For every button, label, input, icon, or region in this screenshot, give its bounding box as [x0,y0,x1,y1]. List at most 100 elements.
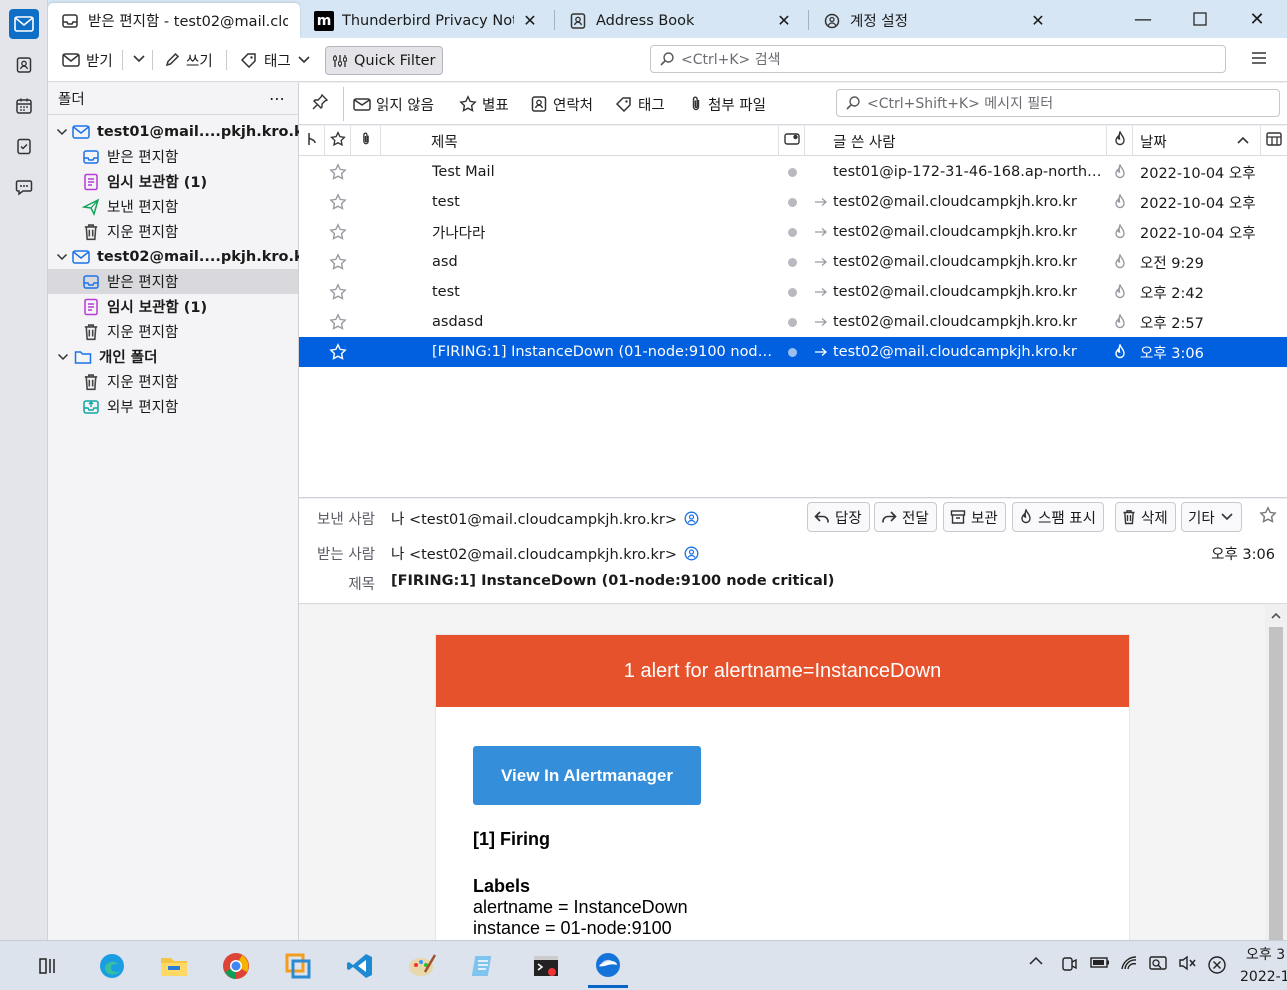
star-message-button[interactable] [1253,502,1284,532]
view-in-alertmanager-button[interactable]: View In Alertmanager [473,746,701,805]
message-scrollbar[interactable] [1265,605,1287,940]
maximize-button[interactable] [1172,0,1228,38]
archive-button[interactable]: 보관 [943,502,1006,532]
folder-tree-item[interactable]: 보낸 편지함 [48,194,298,219]
from-field[interactable]: 나 <test01@mail.cloudcampkjh.kro.kr> [391,508,699,529]
star-icon[interactable] [325,247,351,277]
tasks-space-button[interactable] [9,131,39,161]
to-field[interactable]: 나 <test02@mail.cloudcampkjh.kro.kr> [391,543,699,564]
folder-tree-account[interactable]: test02@mail....pkjh.kro.kr [48,244,311,269]
terminal-taskbar-button[interactable] [526,948,566,984]
read-status-indicator[interactable] [779,307,805,337]
more-actions-button[interactable]: 기타 [1181,502,1242,532]
read-status-indicator[interactable] [779,187,805,217]
column-read-status[interactable] [779,126,805,156]
system-clock[interactable]: 오후 3 2022-10 [1240,944,1287,988]
thread-row[interactable]: 가나다라 test02@mail.cloudcampkjh.kro.kr 2022-… [299,217,1287,247]
scroll-up-icon[interactable] [1270,609,1282,625]
thread-row[interactable]: test test02@mail.cloudcampkjh.kro.kr 2022-… [299,187,1287,217]
junk-flame-icon[interactable] [1107,337,1133,367]
folder-tree-account[interactable]: test01@mail....pkjh.kro.kr [48,119,311,144]
read-status-indicator[interactable] [779,277,805,307]
app-menu-button[interactable] [1244,46,1274,74]
chevron-down-icon[interactable] [56,252,68,262]
filter-attachment-button[interactable]: 첨부 파일 [689,92,766,116]
vscode-taskbar-button[interactable] [340,948,380,984]
junk-flame-icon[interactable] [1107,217,1133,247]
folder-tree-account[interactable]: 개인 폴더 [48,344,298,369]
reply-button[interactable]: 답장 [807,502,870,532]
star-icon[interactable] [325,277,351,307]
tab-account-settings[interactable]: 계정 설정 ✕ [810,3,1060,38]
star-icon[interactable] [325,187,351,217]
network-icon[interactable] [1148,955,1168,977]
column-junk[interactable] [1107,126,1133,156]
star-icon[interactable] [325,307,351,337]
task-view-button[interactable] [28,948,68,984]
star-icon[interactable] [325,217,351,247]
column-picker[interactable] [1261,126,1287,156]
close-window-button[interactable]: ✕ [1229,0,1285,38]
filter-tags-button[interactable]: 태그 [615,92,665,116]
write-button[interactable]: 쓰기 [158,46,219,74]
thread-row[interactable]: asdasd test02@mail.cloudcampkjh.kro.kr 오후 … [299,307,1287,337]
column-sender[interactable]: 글 쓴 사람 [805,126,1107,156]
address-book-space-button[interactable] [9,50,39,80]
notification-muted-icon[interactable] [1207,955,1227,979]
edge-taskbar-button[interactable] [92,948,132,984]
minimize-button[interactable]: — [1115,0,1171,38]
mark-junk-button[interactable]: 스팸 표시 [1012,502,1104,532]
column-thread[interactable] [299,126,325,156]
global-search-input[interactable]: <Ctrl+K> 검색 [650,45,1226,73]
delete-button[interactable]: 삭제 [1115,502,1176,532]
quick-filter-button[interactable]: Quick Filter [325,46,443,75]
junk-flame-icon[interactable] [1107,187,1133,217]
message-body[interactable]: 1 alert for alertname=InstanceDown View … [299,605,1287,940]
read-status-indicator[interactable] [779,157,805,187]
column-subject[interactable]: 제목 [381,126,779,156]
mail-space-button[interactable] [9,9,39,39]
filter-contact-button[interactable]: 연락처 [530,92,593,116]
chevron-up-icon[interactable] [1028,955,1044,971]
read-status-indicator[interactable] [779,337,805,367]
file-explorer-taskbar-button[interactable] [154,948,194,984]
chevron-down-icon[interactable] [56,127,68,137]
get-messages-button[interactable]: 받기 [56,46,119,74]
tab-address-book[interactable]: Address Book ✕ [556,3,806,38]
calendar-space-button[interactable] [9,91,39,121]
filter-unread-button[interactable]: 읽지 않음 [353,92,434,116]
star-icon[interactable] [325,337,351,367]
paint-taskbar-button[interactable] [402,948,442,984]
thread-row[interactable]: test test02@mail.cloudcampkjh.kro.kr 오후 2:… [299,277,1287,307]
junk-flame-icon[interactable] [1107,307,1133,337]
scrollbar-thumb[interactable] [1269,627,1283,940]
filter-starred-button[interactable]: 별표 [459,92,509,116]
close-icon[interactable]: ✕ [520,11,540,30]
folder-tree-item[interactable]: 외부 편지함 [48,394,298,419]
close-icon[interactable]: ✕ [774,11,794,30]
battery-icon[interactable] [1090,955,1110,973]
junk-flame-icon[interactable] [1107,157,1133,187]
thread-row[interactable]: Test Mail test01@ip-172-31-46-168.ap-nort… [299,157,1287,187]
column-date[interactable]: 날짜 [1133,126,1261,156]
camera-icon[interactable] [1060,955,1078,977]
tab-inbox[interactable]: 받은 편지함 - test02@mail.cloudcampkjh.kro.kr [48,3,300,38]
read-status-indicator[interactable] [779,247,805,277]
folder-tree-item[interactable]: 지운 편지함 [48,219,298,244]
message-filter-input[interactable]: <Ctrl+Shift+K> 메시지 필터 [836,89,1280,117]
tab-privacy-notice[interactable]: m Thunderbird Privacy Notice ✕ [302,3,552,38]
thunderbird-taskbar-button[interactable] [588,945,628,988]
folder-tree-item[interactable]: 지운 편지함 [48,369,298,394]
folder-tree-item[interactable]: 지운 편지함 [48,319,298,344]
wifi-icon[interactable] [1120,955,1138,975]
column-attachment[interactable] [351,126,381,156]
notepad-taskbar-button[interactable] [464,948,504,984]
tag-button[interactable]: 태그 [234,46,317,74]
folder-tree-item[interactable]: 임시 보관함 (1) [48,169,298,194]
forward-button[interactable]: 전달 [874,502,937,532]
folder-tree-item[interactable]: 받은 편지함 [48,269,298,294]
chevron-down-icon[interactable] [56,352,70,362]
folder-tree-item[interactable]: 임시 보관함 (1) [48,294,298,319]
sticky-filter-button[interactable] [311,92,329,116]
app-taskbar-button[interactable] [278,948,318,984]
